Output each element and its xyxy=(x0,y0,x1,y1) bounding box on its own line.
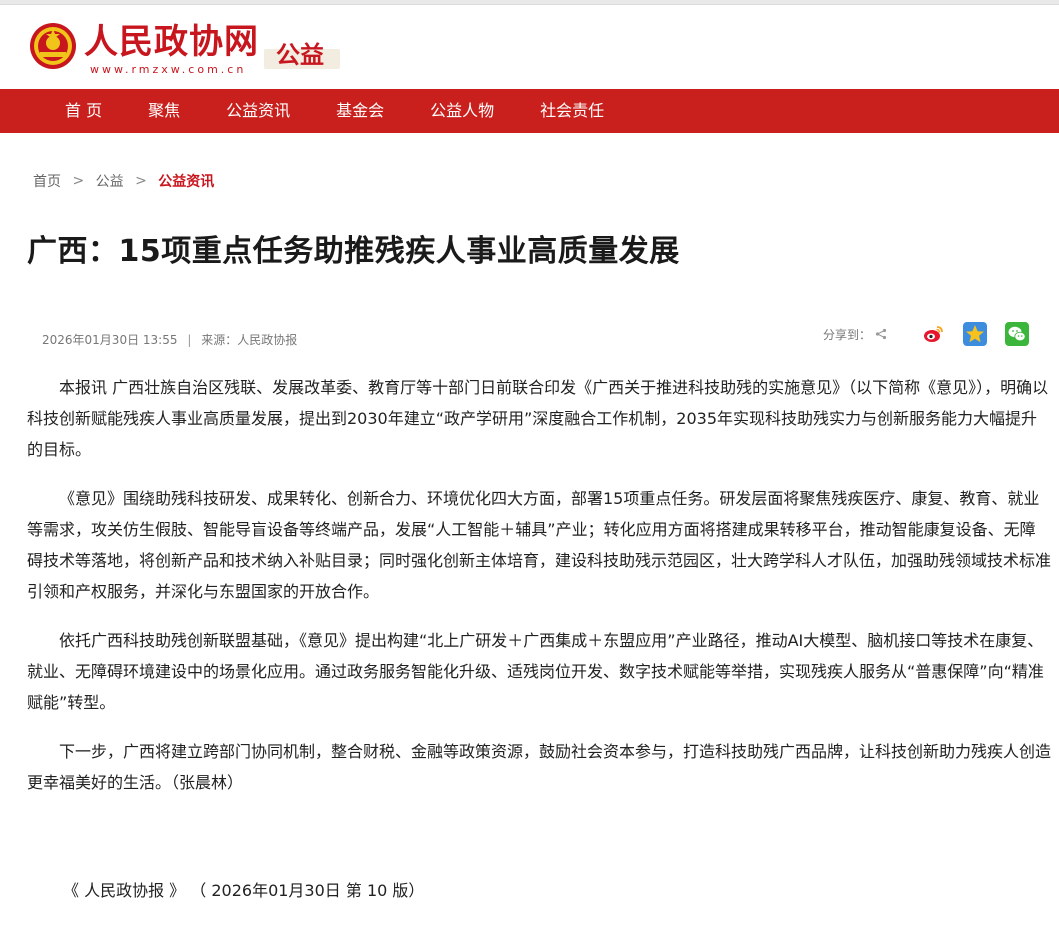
meta-separator: | xyxy=(187,333,192,347)
share-bar: 分享到： xyxy=(823,322,1029,346)
article-paragraph: 下一步，广西将建立跨部门协同机制，整合财税、金融等政策资源，鼓励社会资本参与，打… xyxy=(27,742,1052,792)
site-logo[interactable]: 人民政协网 xyxy=(84,23,259,61)
main-nav: 首 页 聚焦 公益资讯 基金会 公益人物 社会责任 xyxy=(0,89,1059,133)
nav-item-home[interactable]: 首 页 xyxy=(42,89,125,133)
site-url: www.rmzxw.com.cn xyxy=(90,63,247,76)
nav-item-charity-news[interactable]: 公益资讯 xyxy=(203,89,313,133)
weibo-icon[interactable] xyxy=(921,322,945,346)
cppcc-emblem-icon[interactable] xyxy=(28,21,78,71)
site-header: 人民政协网 www.rmzxw.com.cn 公益 xyxy=(0,5,1059,89)
article-source: 来源：人民政协报 xyxy=(201,333,298,347)
article-body: 本报讯 广西壮族自治区残联、发展改革委、教育厅等十部门日前联合印发《广西关于推进… xyxy=(27,372,1051,816)
article-meta: 2026年01月30日 13:55 | 来源：人民政协报 xyxy=(42,331,297,348)
breadcrumb-home[interactable]: 首页 xyxy=(33,174,61,190)
article-paragraph: 《意见》围绕助残科技研发、成果转化、创新合力、环境优化四大方面，部署15项重点任… xyxy=(27,489,1052,601)
qzone-icon[interactable] xyxy=(963,322,987,346)
article-title: 广西：15项重点任务助推残疾人事业高质量发展 xyxy=(27,234,680,269)
nav-item-focus[interactable]: 聚焦 xyxy=(125,89,203,133)
breadcrumb-current[interactable]: 公益资讯 xyxy=(158,174,214,190)
breadcrumb-charity[interactable]: 公益 xyxy=(96,174,124,190)
wechat-icon[interactable] xyxy=(1005,322,1029,346)
breadcrumb-separator: > xyxy=(72,173,85,189)
nav-item-foundation[interactable]: 基金会 xyxy=(313,89,407,133)
channel-name: 公益 xyxy=(276,41,324,69)
article-paragraph: 本报讯 广西壮族自治区残联、发展改革委、教育厅等十部门日前联合印发《广西关于推进… xyxy=(27,378,1049,459)
share-icon xyxy=(875,328,887,340)
breadcrumb: 首页 > 公益 > 公益资讯 xyxy=(33,171,214,191)
channel-badge[interactable]: 公益 xyxy=(264,31,340,73)
nav-item-social-responsibility[interactable]: 社会责任 xyxy=(517,89,627,133)
publication-source: 《 人民政协报 》 （ 2026年01月30日 第 10 版） xyxy=(63,881,425,900)
share-label: 分享到： xyxy=(822,327,871,342)
nav-item-charity-people[interactable]: 公益人物 xyxy=(407,89,517,133)
article-date: 2026年01月30日 13:55 xyxy=(42,333,178,347)
article-paragraph: 依托广西科技助残创新联盟基础，《意见》提出构建“北上广研发＋广西集成＋东盟应用”… xyxy=(27,631,1044,712)
breadcrumb-separator: > xyxy=(135,173,147,189)
